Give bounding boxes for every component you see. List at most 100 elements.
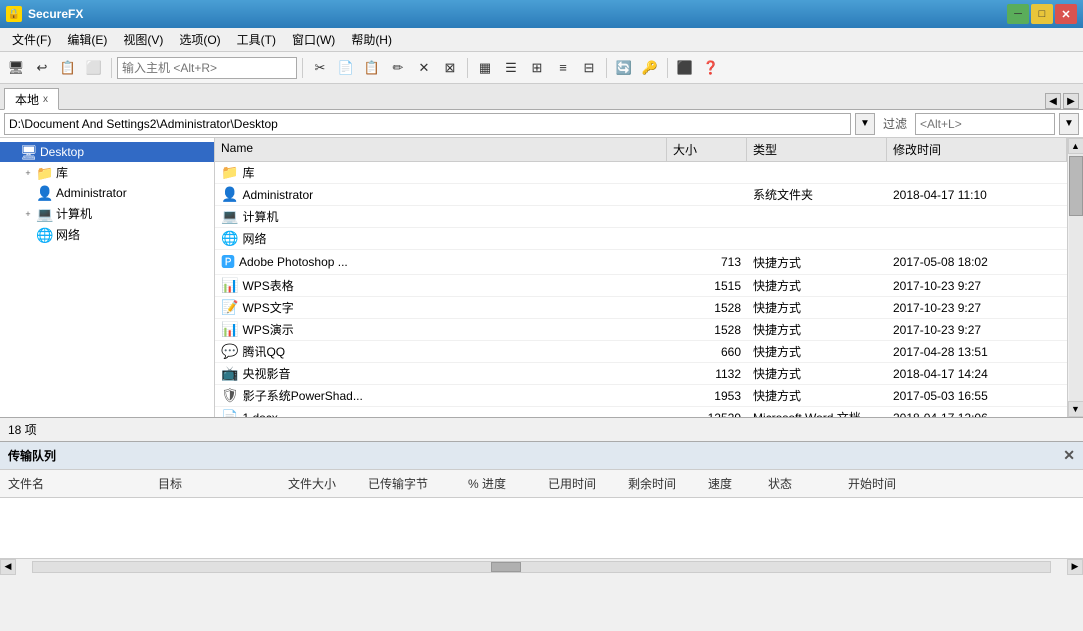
file-table-header: Name 大小 类型 修改时间 (215, 138, 1067, 162)
scroll-left-button[interactable]: ◀ (0, 559, 16, 575)
toolbar-transfer[interactable]: ⬛ (673, 56, 697, 80)
transfer-queue-header: 传输队列 ✕ (0, 442, 1083, 470)
file-icon: 💬 (221, 343, 238, 360)
transfer-col-elapsed: 已用时间 (540, 475, 620, 492)
menu-help[interactable]: 帮助(H) (343, 29, 400, 50)
toolbar-btn-3[interactable]: 📋 (56, 56, 80, 80)
header-modified[interactable]: 修改时间 (887, 138, 1067, 161)
toolbar-rename[interactable]: ✏ (386, 56, 410, 80)
toolbar-btn-1[interactable]: 🖥 (4, 56, 28, 80)
file-cell-name: 💻 计算机 (215, 206, 667, 227)
filter-dropdown-button[interactable]: ▼ (1059, 113, 1079, 135)
bottom-scrollbar-thumb[interactable] (491, 562, 521, 572)
table-row[interactable]: 📝 WPS文字 1528 快捷方式 2017-10-23 9:27 (215, 297, 1067, 319)
tree-expand-computer[interactable]: + (20, 206, 36, 222)
file-name: 腾讯QQ (242, 343, 285, 360)
scroll-up-button[interactable]: ▲ (1068, 138, 1083, 154)
toolbar-stop[interactable]: ⊠ (438, 56, 462, 80)
host-input[interactable] (117, 57, 297, 79)
table-row[interactable]: 🛡 影子系统PowerShad... 1953 快捷方式 2017-05-03 … (215, 385, 1067, 407)
file-panel: Name 大小 类型 修改时间 📁 库 👤 Administrator 系统文件… (215, 138, 1067, 417)
tab-close-button[interactable]: x (43, 94, 48, 105)
tab-bar: 本地 x ◀ ▶ (0, 84, 1083, 110)
table-row[interactable]: 🌐 网络 (215, 228, 1067, 250)
table-row[interactable]: 📁 库 (215, 162, 1067, 184)
file-cell-size (667, 184, 747, 205)
transfer-close-button[interactable]: ✕ (1063, 447, 1075, 464)
tree-item-desktop[interactable]: 🖥 Desktop (0, 142, 214, 162)
menu-options[interactable]: 选项(O) (171, 29, 228, 50)
menu-window[interactable]: 窗口(W) (284, 29, 343, 50)
header-size[interactable]: 大小 (667, 138, 747, 161)
toolbar-view3[interactable]: ⊞ (525, 56, 549, 80)
menu-file[interactable]: 文件(F) (4, 29, 59, 50)
toolbar-btn-4[interactable]: ⬜ (82, 56, 106, 80)
table-row[interactable]: 📄 1.docx 12529 Microsoft Word 文档 2018-04… (215, 407, 1067, 417)
menu-tools[interactable]: 工具(T) (229, 29, 284, 50)
toolbar-copy[interactable]: 📄 (334, 56, 358, 80)
tree-expand-desktop[interactable] (4, 144, 20, 160)
filter-input[interactable] (915, 113, 1055, 135)
minimize-button[interactable]: ─ (1007, 4, 1029, 24)
tree-item-network[interactable]: 🌐 网络 (0, 224, 214, 245)
table-row[interactable]: 📊 WPS演示 1528 快捷方式 2017-10-23 9:27 (215, 319, 1067, 341)
table-row[interactable]: 📺 央视影音 1132 快捷方式 2018-04-17 14:24 (215, 363, 1067, 385)
window-controls[interactable]: ─ □ ✕ (1007, 4, 1077, 24)
table-row[interactable]: 📊 WPS表格 1515 快捷方式 2017-10-23 9:27 (215, 275, 1067, 297)
path-dropdown-button[interactable]: ▼ (855, 113, 875, 135)
toolbar-delete[interactable]: ✕ (412, 56, 436, 80)
file-cell-modified: 2017-05-08 18:02 (887, 250, 1067, 274)
file-cell-type: 快捷方式 (747, 297, 887, 318)
tree-item-administrator[interactable]: 👤 Administrator (0, 183, 214, 203)
header-type[interactable]: 类型 (747, 138, 887, 161)
scroll-thumb[interactable] (1069, 156, 1083, 216)
table-row[interactable]: 👤 Administrator 系统文件夹 2018-04-17 11:10 (215, 184, 1067, 206)
table-row[interactable]: 💬 腾讯QQ 660 快捷方式 2017-04-28 13:51 (215, 341, 1067, 363)
file-icon: 📺 (221, 365, 238, 382)
file-cell-modified: 2018-04-17 11:10 (887, 184, 1067, 205)
toolbar-view1[interactable]: ▦ (473, 56, 497, 80)
tree-item-library[interactable]: + 📁 库 (0, 162, 214, 183)
tab-local[interactable]: 本地 x (4, 88, 59, 110)
toolbar-sync[interactable]: 🔄 (612, 56, 636, 80)
toolbar-view5[interactable]: ⊟ (577, 56, 601, 80)
toolbar-key[interactable]: 🔑 (638, 56, 662, 80)
close-button[interactable]: ✕ (1055, 4, 1077, 24)
menu-view[interactable]: 视图(V) (115, 29, 171, 50)
folder-icon-library: 📁 (36, 165, 52, 181)
toolbar: 🖥 ↩ 📋 ⬜ ✂ 📄 📋 ✏ ✕ ⊠ ▦ ☰ ⊞ ≡ ⊟ 🔄 🔑 ⬛ ❓ (0, 52, 1083, 84)
toolbar-cut[interactable]: ✂ (308, 56, 332, 80)
header-name[interactable]: Name (215, 138, 667, 161)
menu-edit[interactable]: 编辑(E) (59, 29, 115, 50)
scroll-right-button[interactable]: ▶ (1067, 559, 1083, 575)
path-bar: ▼ 过滤 ▼ (0, 110, 1083, 138)
maximize-button[interactable]: □ (1031, 4, 1053, 24)
toolbar-btn-2[interactable]: ↩ (30, 56, 54, 80)
network-icon: 🌐 (36, 227, 52, 243)
file-name: 网络 (242, 230, 266, 247)
table-row[interactable]: 💻 计算机 (215, 206, 1067, 228)
file-icon: 🌐 (221, 230, 238, 247)
toolbar-view2[interactable]: ☰ (499, 56, 523, 80)
bottom-scrollbar[interactable]: ◀ ▶ (0, 558, 1083, 574)
file-cell-modified: 2017-04-28 13:51 (887, 341, 1067, 362)
tab-local-label: 本地 (15, 91, 39, 108)
scroll-down-button[interactable]: ▼ (1068, 401, 1083, 417)
tree-expand-administrator[interactable] (20, 185, 36, 201)
tab-next-button[interactable]: ▶ (1063, 93, 1079, 109)
toolbar-view4[interactable]: ≡ (551, 56, 575, 80)
right-scrollbar[interactable]: ▲ ▼ (1067, 138, 1083, 417)
menu-bar: 文件(F) 编辑(E) 视图(V) 选项(O) 工具(T) 窗口(W) 帮助(H… (0, 28, 1083, 52)
tree-item-computer[interactable]: + 💻 计算机 (0, 203, 214, 224)
tree-panel: 🖥 Desktop + 📁 库 👤 Administrator + 💻 计算机 … (0, 138, 215, 417)
file-cell-size: 12529 (667, 407, 747, 417)
path-input[interactable] (4, 113, 851, 135)
tree-expand-network[interactable] (20, 227, 36, 243)
file-icon: 📄 (221, 409, 238, 417)
toolbar-paste[interactable]: 📋 (360, 56, 384, 80)
file-cell-name: 📁 库 (215, 162, 667, 183)
tree-expand-library[interactable]: + (20, 165, 36, 181)
toolbar-help[interactable]: ❓ (699, 56, 723, 80)
table-row[interactable]: 🅿 Adobe Photoshop ... 713 快捷方式 2017-05-0… (215, 250, 1067, 275)
tab-prev-button[interactable]: ◀ (1045, 93, 1061, 109)
